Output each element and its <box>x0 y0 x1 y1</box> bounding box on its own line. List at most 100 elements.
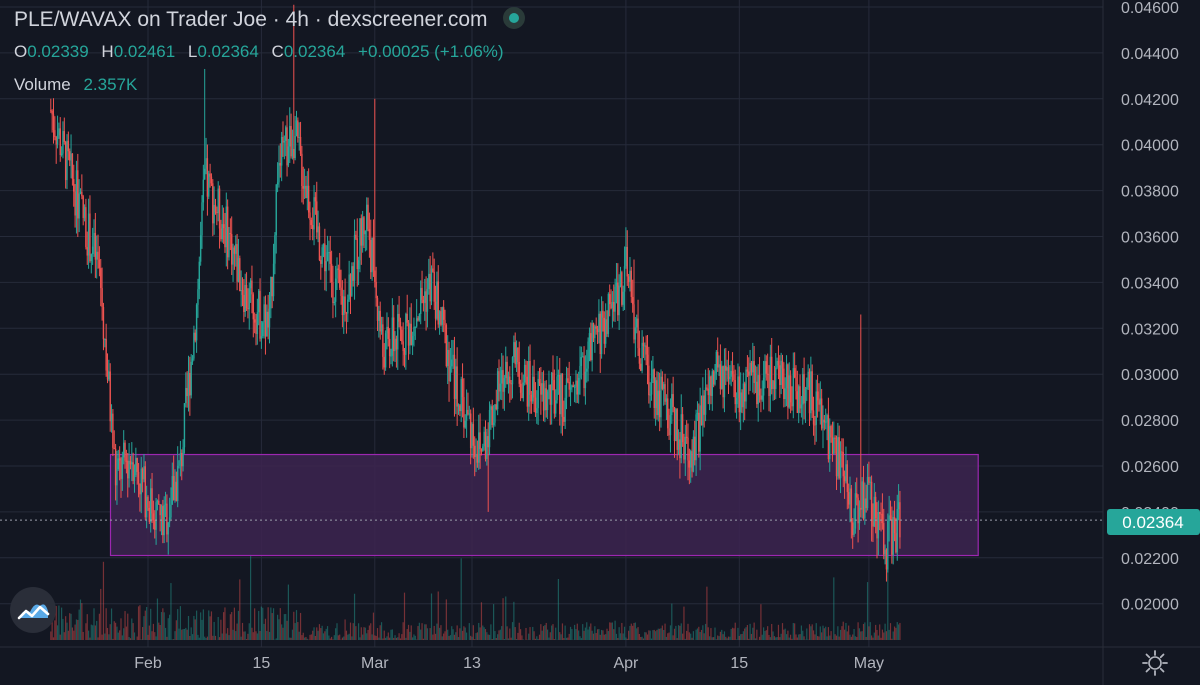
candle-body <box>876 518 878 539</box>
volume-bar <box>326 626 329 640</box>
volume-bar <box>310 634 312 640</box>
volume-bar <box>505 596 507 640</box>
candle-body <box>213 204 215 224</box>
interval-label[interactable]: 4h <box>286 8 309 31</box>
support-zone[interactable] <box>109 453 979 557</box>
candle-body <box>623 266 626 292</box>
volume-bar <box>370 623 372 640</box>
volume-bar <box>152 623 154 640</box>
candle-body <box>79 191 82 194</box>
candle-body <box>398 313 400 322</box>
candle-body <box>379 310 381 332</box>
volume-bar <box>94 625 96 640</box>
candle-body <box>291 149 294 157</box>
candle-body <box>375 281 377 299</box>
volume-bar <box>333 635 335 640</box>
volume-bar <box>456 625 458 640</box>
candle-body <box>329 251 331 264</box>
volume-bar <box>645 632 647 640</box>
candle-body <box>860 507 862 510</box>
candle-body <box>725 365 727 371</box>
symbol-label[interactable]: PLE/WAVAX on Trader Joe <box>14 8 267 31</box>
volume-bar <box>436 623 438 640</box>
volume-bar <box>163 612 165 640</box>
candle-body <box>577 377 580 395</box>
candle-body <box>498 371 500 392</box>
volume-bar <box>533 631 535 640</box>
candle-body <box>780 360 782 386</box>
volume-bar <box>460 558 462 640</box>
candle-body <box>606 319 608 334</box>
volume-bar <box>821 632 823 640</box>
volume-bar <box>629 625 631 640</box>
volume-bar <box>822 625 824 640</box>
volume-bar <box>557 578 559 640</box>
volume-bar <box>749 623 751 640</box>
candle-body <box>652 369 654 379</box>
candle-body <box>733 374 735 381</box>
volume-bar <box>763 627 765 640</box>
candle-body <box>337 268 340 270</box>
volume-bar <box>795 634 797 640</box>
volume-bar <box>518 622 520 640</box>
dexscreener-logo-icon[interactable] <box>10 587 56 633</box>
volume-bar <box>486 632 488 640</box>
volume-bar <box>339 634 341 640</box>
volume-bar <box>347 634 349 640</box>
volume-bar <box>409 631 411 640</box>
candle-body <box>816 391 819 401</box>
price-chart[interactable]: 0.04600 0.04400 0.04200 0.04000 0.03800 0.036… <box>0 0 1200 685</box>
volume-bar <box>229 614 231 640</box>
volume-bar <box>845 622 847 640</box>
candle-body <box>773 380 776 389</box>
gear-icon[interactable] <box>1140 648 1170 678</box>
volume-bar <box>549 632 551 640</box>
volume-bar <box>62 618 64 640</box>
volume-bar <box>217 616 219 640</box>
candle-body <box>499 383 502 392</box>
candle-body <box>761 395 763 400</box>
candle-body <box>318 226 321 261</box>
candle-body <box>864 498 866 519</box>
volume-bar <box>704 623 707 640</box>
volume-bar <box>255 631 257 640</box>
volume-bar <box>341 637 343 640</box>
candle-body <box>110 413 113 422</box>
candle-body <box>847 492 850 505</box>
volume-bar <box>815 623 817 640</box>
volume-bar <box>162 608 164 640</box>
volume-bar <box>626 638 628 640</box>
volume-bar <box>158 622 160 640</box>
logo-glyph <box>17 604 50 620</box>
volume-bar <box>102 561 105 640</box>
candle-body <box>591 323 593 361</box>
candle-body <box>422 299 425 303</box>
volume-bar <box>646 634 649 640</box>
volume-bar <box>405 637 407 640</box>
volume-bar <box>316 627 318 640</box>
volume-bar <box>780 633 782 640</box>
volume-bar <box>183 628 186 640</box>
volume-bar <box>750 633 753 640</box>
candle-body <box>868 477 870 483</box>
candle-body <box>618 285 620 316</box>
volume-bar <box>92 625 94 640</box>
candle-body <box>294 135 296 159</box>
volume-bar <box>378 637 380 640</box>
volume-bar <box>437 591 439 640</box>
candle-body <box>501 370 503 384</box>
candle-body <box>753 361 755 383</box>
candle-body <box>584 371 587 389</box>
candle-body <box>297 120 299 138</box>
volume-bar <box>159 624 161 640</box>
candle-body <box>430 268 433 302</box>
candle-body <box>633 304 635 340</box>
volume-bar <box>725 636 727 640</box>
candle-body <box>793 368 796 378</box>
volume-bar <box>748 638 750 640</box>
candle-body <box>515 347 518 365</box>
candle-body <box>190 361 192 396</box>
volume-bar <box>390 629 392 640</box>
candle-body <box>166 503 168 535</box>
volume-bar <box>293 611 295 640</box>
